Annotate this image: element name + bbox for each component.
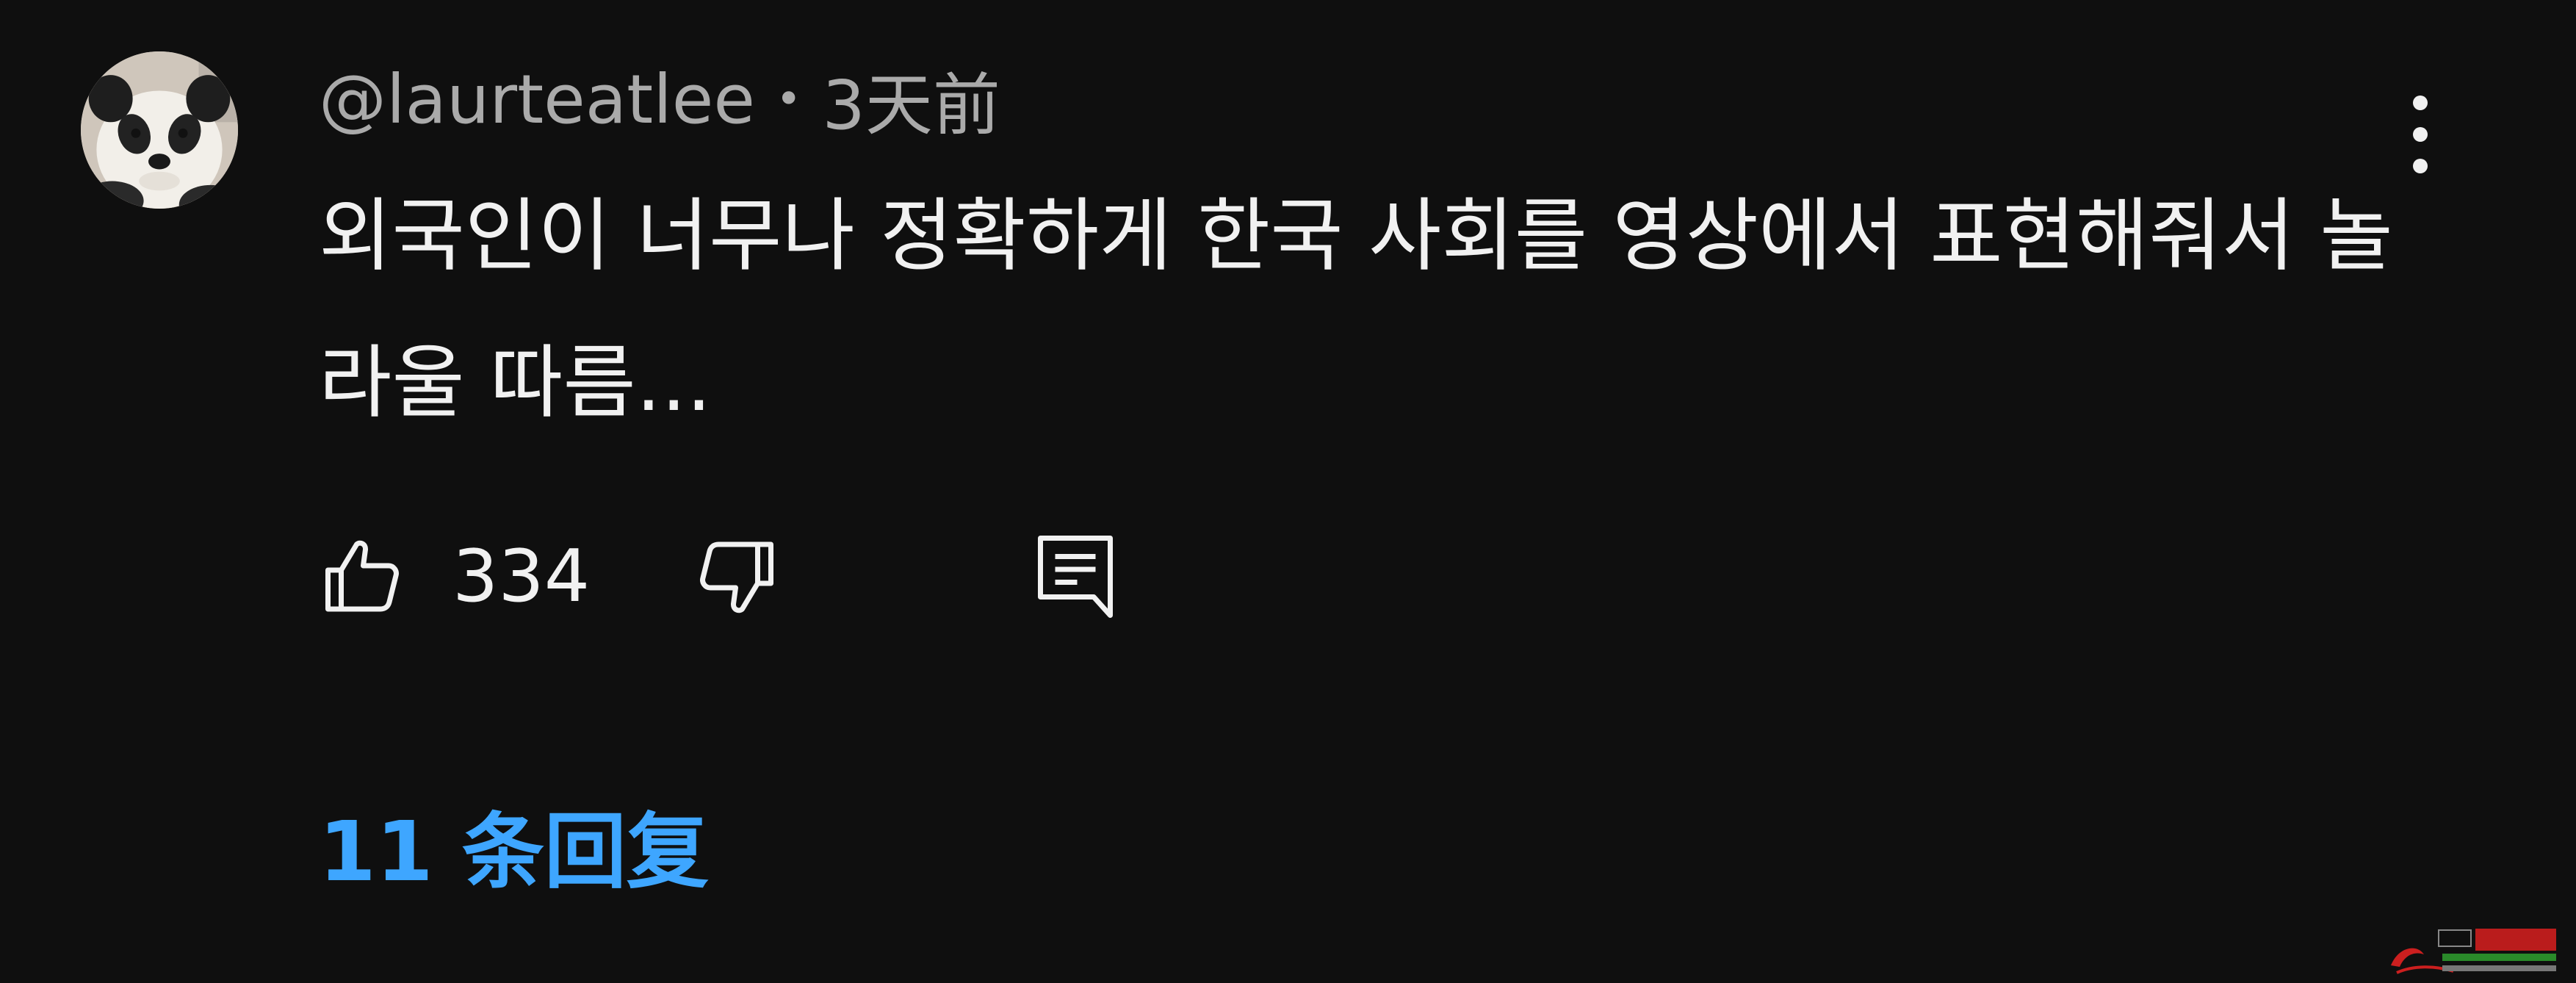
comment-actions: 334: [319, 514, 1200, 639]
watermark-logo: [2391, 929, 2556, 974]
panda-avatar-icon: [81, 51, 238, 209]
more-vertical-icon: [2413, 96, 2428, 173]
author-avatar[interactable]: [81, 51, 238, 209]
site-watermark: [2384, 921, 2567, 980]
reply-button[interactable]: [1031, 514, 1119, 639]
meta-separator: •: [775, 73, 802, 125]
like-button[interactable]: [319, 514, 407, 639]
comment-text: 외국인이 너무나 정확하게 한국 사회를 영상에서 표현해줘서 놀라울 따름..…: [319, 190, 2393, 429]
like-count: 334: [452, 535, 591, 619]
comment-reply-icon: [1038, 536, 1113, 618]
author-handle[interactable]: @laurteatlee: [319, 60, 755, 139]
comment-meta: @laurteatlee • 3天前: [319, 51, 1000, 147]
thumb-up-icon: [325, 540, 399, 612]
dislike-button[interactable]: [692, 514, 780, 639]
thumb-down-icon: [700, 541, 773, 613]
view-replies-link[interactable]: 11 条回复: [319, 793, 709, 911]
comment-timestamp: 3天前: [822, 65, 1000, 145]
